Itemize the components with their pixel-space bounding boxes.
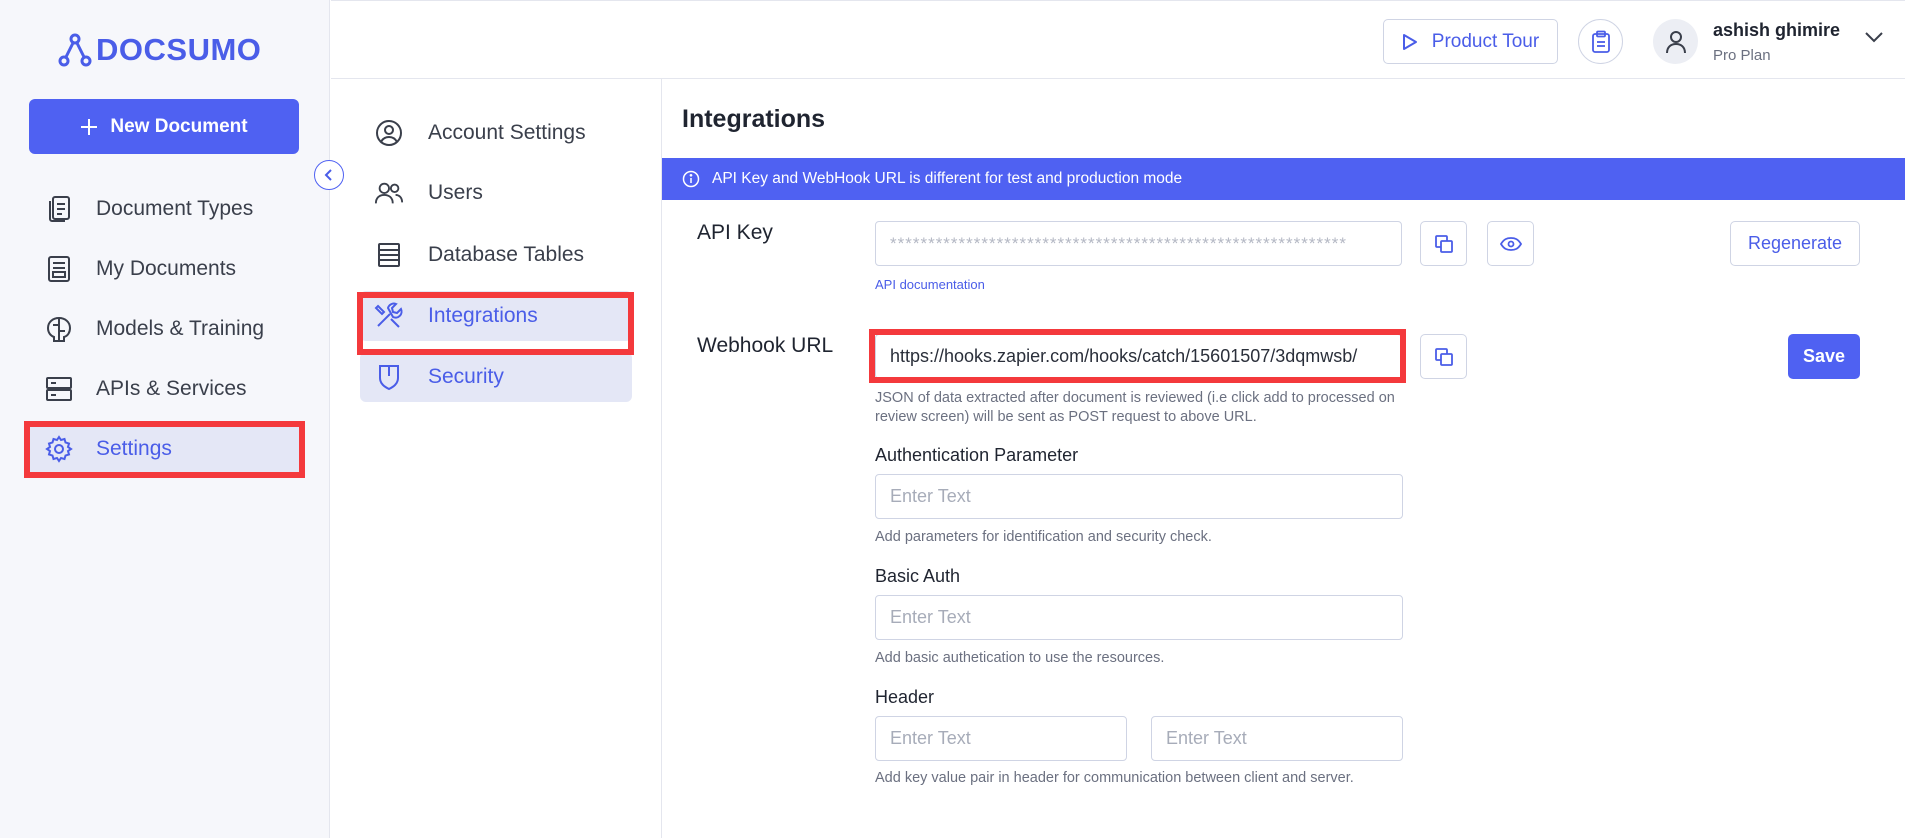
- basic-auth-help-text: Add basic authetication to use the resou…: [875, 650, 1165, 666]
- webhook-help-text: JSON of data extracted after document is…: [875, 390, 1395, 425]
- logo-text: DOCSUMO: [96, 32, 262, 67]
- header-value-input[interactable]: Enter Text: [1151, 716, 1403, 761]
- sidebar-item-models-training[interactable]: Models & Training: [30, 304, 300, 354]
- sidebar-item-label: My Documents: [96, 257, 237, 280]
- product-tour-label: Product Tour: [1431, 30, 1540, 52]
- page-title: Integrations: [682, 105, 826, 133]
- sidebar-item-settings[interactable]: Settings: [30, 424, 300, 474]
- tab-database-tables[interactable]: Database Tables: [360, 230, 632, 280]
- play-icon: [1402, 33, 1417, 50]
- api-key-field[interactable]: ****************************************…: [875, 221, 1402, 266]
- tab-label: Security: [428, 365, 504, 388]
- sidebar-item-apis-services[interactable]: APIs & Services: [30, 364, 300, 414]
- copy-icon: [1434, 234, 1453, 253]
- collapse-sidebar-button[interactable]: [314, 160, 344, 190]
- user-icon: [1665, 30, 1686, 53]
- sidebar-item-label: Document Types: [96, 197, 254, 220]
- header-label: Header: [875, 687, 935, 707]
- docsumo-logo[interactable]: DOCSUMO: [58, 32, 261, 68]
- tab-label: Account Settings: [428, 121, 586, 144]
- copy-webhook-button[interactable]: [1420, 334, 1467, 379]
- shield-icon: [374, 362, 404, 392]
- plus-icon: [81, 118, 98, 135]
- chevron-left-icon: [324, 169, 332, 181]
- sidebar-item-document-types[interactable]: Document Types: [30, 184, 300, 234]
- tab-account-settings[interactable]: Account Settings: [360, 108, 632, 158]
- tab-users[interactable]: Users: [360, 168, 632, 218]
- show-api-key-button[interactable]: [1487, 221, 1534, 266]
- brain-icon: [44, 314, 74, 344]
- basic-auth-label: Basic Auth: [875, 566, 961, 586]
- gear-icon: [44, 434, 74, 464]
- header-key-input[interactable]: Enter Text: [875, 716, 1127, 761]
- copy-api-key-button[interactable]: [1420, 221, 1467, 266]
- tab-label: Integrations: [428, 304, 538, 327]
- webhook-url-label: Webhook URL: [697, 334, 834, 357]
- user-plan: Pro Plan: [1713, 47, 1771, 64]
- tab-label: Database Tables: [428, 243, 585, 266]
- header-help-text: Add key value pair in header for communi…: [875, 770, 1354, 786]
- info-icon: [682, 170, 700, 188]
- save-button[interactable]: Save: [1788, 334, 1860, 379]
- tab-label: Users: [428, 181, 483, 204]
- clipboard-button[interactable]: [1578, 19, 1623, 64]
- user-circle-icon: [374, 118, 404, 148]
- new-document-label: New Document: [110, 115, 248, 137]
- sidebar-item-label: Settings: [96, 437, 172, 460]
- regenerate-button[interactable]: Regenerate: [1730, 221, 1860, 266]
- eye-icon: [1499, 236, 1522, 251]
- api-documentation-link[interactable]: API documentation: [875, 277, 985, 292]
- api-key-label: API Key: [697, 221, 773, 244]
- settings-nav: Account Settings Users Database Tables I…: [331, 79, 662, 838]
- user-name[interactable]: ashish ghimire: [1713, 20, 1840, 41]
- user-menu-chevron[interactable]: [1864, 30, 1884, 49]
- sidebar-item-label: Models & Training: [96, 317, 265, 340]
- integrations-panel: Integrations API Key and WebHook URL is …: [662, 79, 1905, 838]
- product-tour-button[interactable]: Product Tour: [1383, 19, 1558, 64]
- tab-security[interactable]: Security: [360, 352, 632, 402]
- auth-param-input[interactable]: Enter Text: [875, 474, 1403, 519]
- auth-param-label: Authentication Parameter: [875, 445, 1079, 465]
- copy-icon: [1434, 347, 1453, 366]
- server-icon: [44, 374, 74, 404]
- tools-icon: [374, 301, 404, 331]
- logo-icon: [58, 33, 92, 67]
- sidebar-item-my-documents[interactable]: My Documents: [30, 244, 300, 294]
- chevron-down-icon: [1865, 32, 1883, 43]
- sidebar-item-label: APIs & Services: [96, 377, 247, 400]
- tab-integrations[interactable]: Integrations: [360, 291, 632, 341]
- basic-auth-input[interactable]: Enter Text: [875, 595, 1403, 640]
- users-icon: [374, 178, 404, 208]
- avatar[interactable]: [1653, 19, 1698, 64]
- info-banner: API Key and WebHook URL is different for…: [662, 158, 1905, 200]
- main-sidebar: DOCSUMO New Document Document Types My D…: [0, 0, 330, 838]
- my-documents-icon: [44, 254, 74, 284]
- document-types-icon: [44, 194, 74, 224]
- webhook-url-input[interactable]: https://hooks.zapier.com/hooks/catch/156…: [875, 334, 1402, 379]
- table-icon: [374, 240, 404, 270]
- new-document-button[interactable]: New Document: [29, 99, 299, 154]
- auth-param-help-text: Add parameters for identification and se…: [875, 529, 1212, 545]
- banner-text: API Key and WebHook URL is different for…: [712, 170, 1183, 187]
- clipboard-icon: [1591, 30, 1610, 53]
